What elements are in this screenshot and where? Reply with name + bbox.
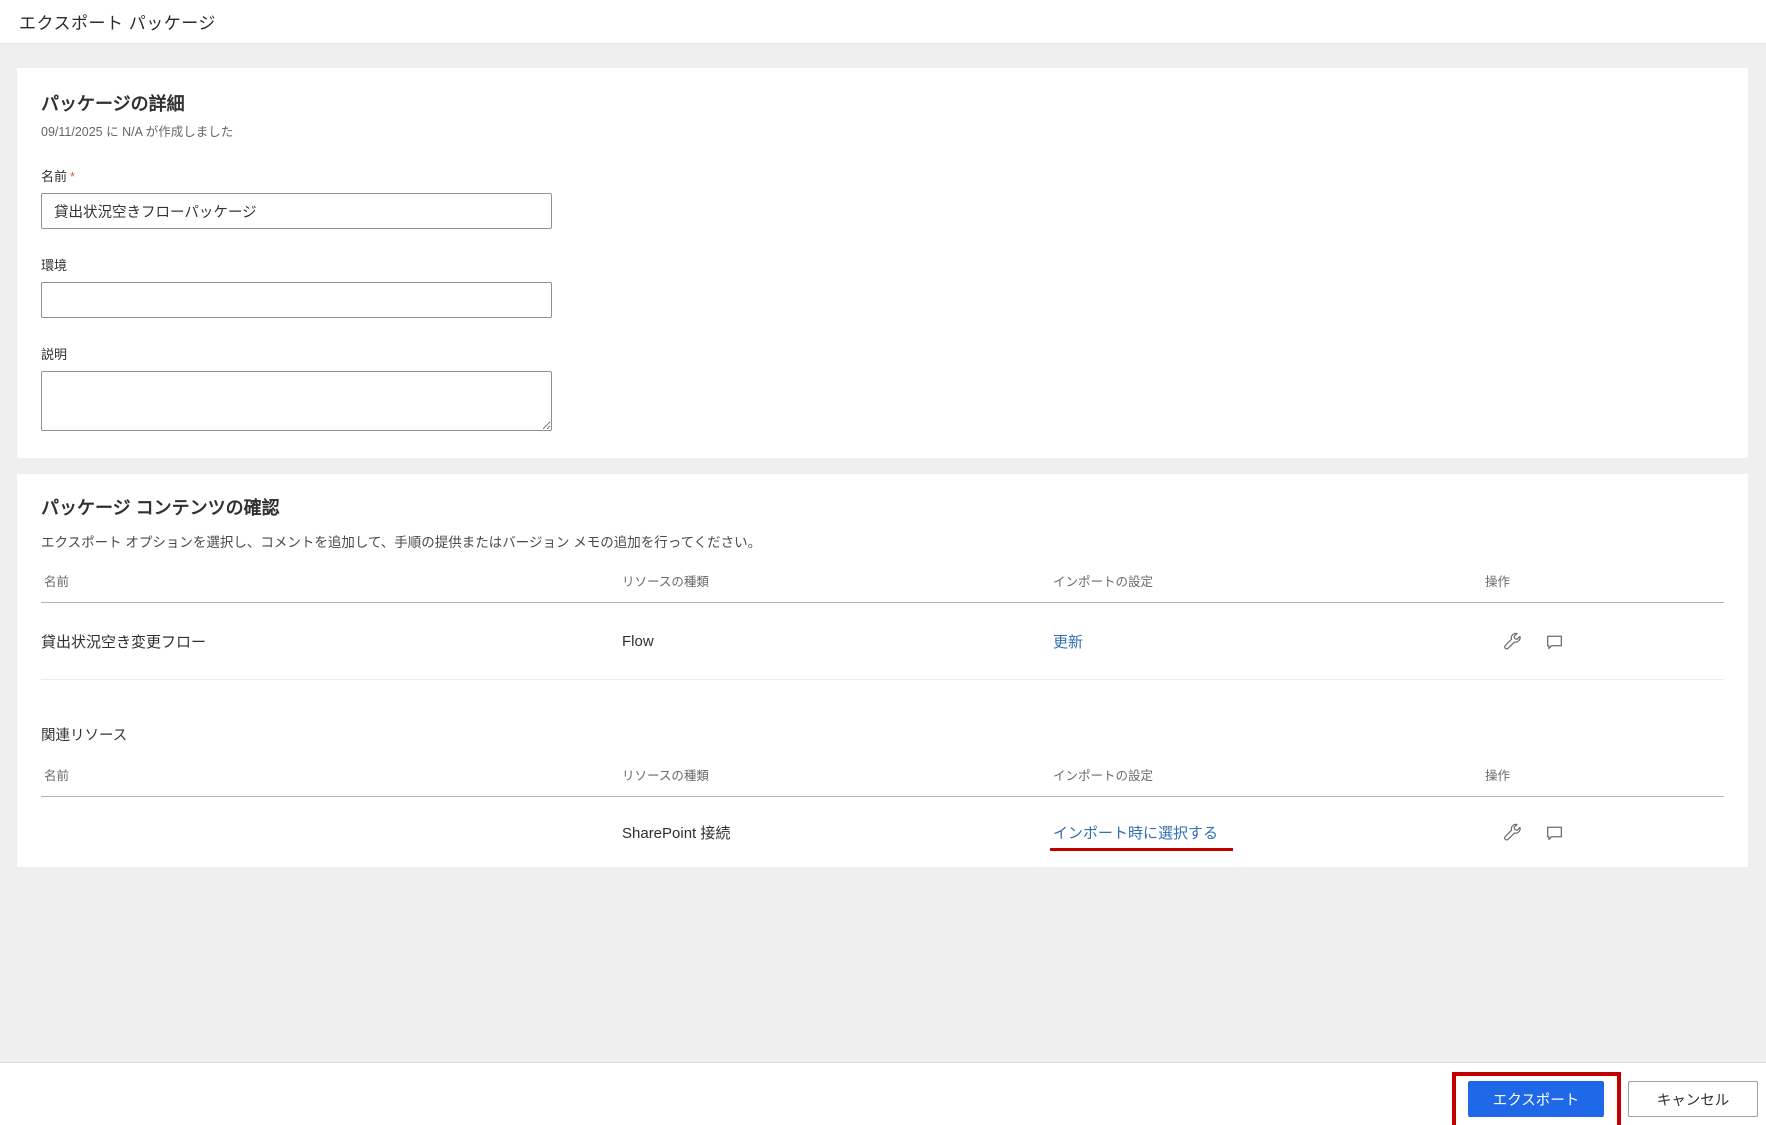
package-content-heading: パッケージ コンテンツの確認 [41,498,280,518]
comment-icon[interactable] [1543,821,1565,843]
package-content-card: パッケージ コンテンツの確認 エクスポート オプションを選択し、コメントを追加し… [17,474,1748,867]
column-resource-type: リソースの種類 [622,575,709,589]
environment-field-group: 環境 [41,255,1724,318]
resource-name: 貸出状況空き変更フロー [41,633,207,651]
cancel-button[interactable]: キャンセル [1628,1081,1758,1117]
row-actions [1485,821,1724,843]
name-label-text: 名前 [41,169,68,184]
column-resource-type: リソースの種類 [622,769,709,783]
footer-action-bar: エクスポート キャンセル [0,1062,1766,1125]
column-import-setup: インポートの設定 [1053,575,1154,589]
environment-input[interactable] [41,282,552,318]
row-actions [1485,630,1724,652]
import-setup-link[interactable]: 更新 [1053,634,1083,651]
page-title: エクスポート パッケージ [19,14,216,33]
created-line: 09/11/2025 に N/A が作成しました [41,125,234,139]
column-name: 名前 [44,575,70,589]
resource-type: SharePoint 接続 [622,824,731,842]
wrench-icon[interactable] [1501,630,1523,652]
related-resources-heading: 関連リソース [41,728,128,744]
name-input[interactable] [41,193,552,229]
column-actions: 操作 [1485,575,1511,589]
column-import-setup: インポートの設定 [1053,769,1154,783]
related-table-header: 名前 リソースの種類 インポートの設定 操作 [41,759,1724,797]
annotation-underline [1050,847,1234,851]
package-details-heading: パッケージの詳細 [41,94,185,114]
table-row: 貸出状況空き変更フロー Flow 更新 [41,603,1724,680]
description-textarea[interactable] [41,371,552,431]
column-name: 名前 [44,769,70,783]
content-table-header: 名前 リソースの種類 インポートの設定 操作 [41,565,1724,603]
wrench-icon[interactable] [1501,821,1523,843]
name-field-group: 名前 * [41,166,1724,229]
table-row: SharePoint 接続 インポート時に選択する [41,797,1724,857]
dialog-header: エクスポート パッケージ [0,0,1766,44]
description-field-group: 説明 [41,344,1724,436]
comment-icon[interactable] [1543,630,1565,652]
package-details-card: パッケージの詳細 09/11/2025 に N/A が作成しました 名前* 環境… [17,68,1748,458]
required-asterisk: * [70,169,76,184]
import-setup-link[interactable]: インポート時に選択する [1053,825,1218,842]
name-label: 名前 * [41,166,1724,185]
description-label: 説明 [41,347,68,362]
export-button[interactable]: エクスポート [1468,1081,1604,1117]
resource-type: Flow [622,632,654,650]
environment-label: 環境 [41,258,68,273]
column-actions: 操作 [1485,769,1511,783]
package-content-subtitle: エクスポート オプションを選択し、コメントを追加して、手順の提供またはバージョン… [41,535,762,550]
